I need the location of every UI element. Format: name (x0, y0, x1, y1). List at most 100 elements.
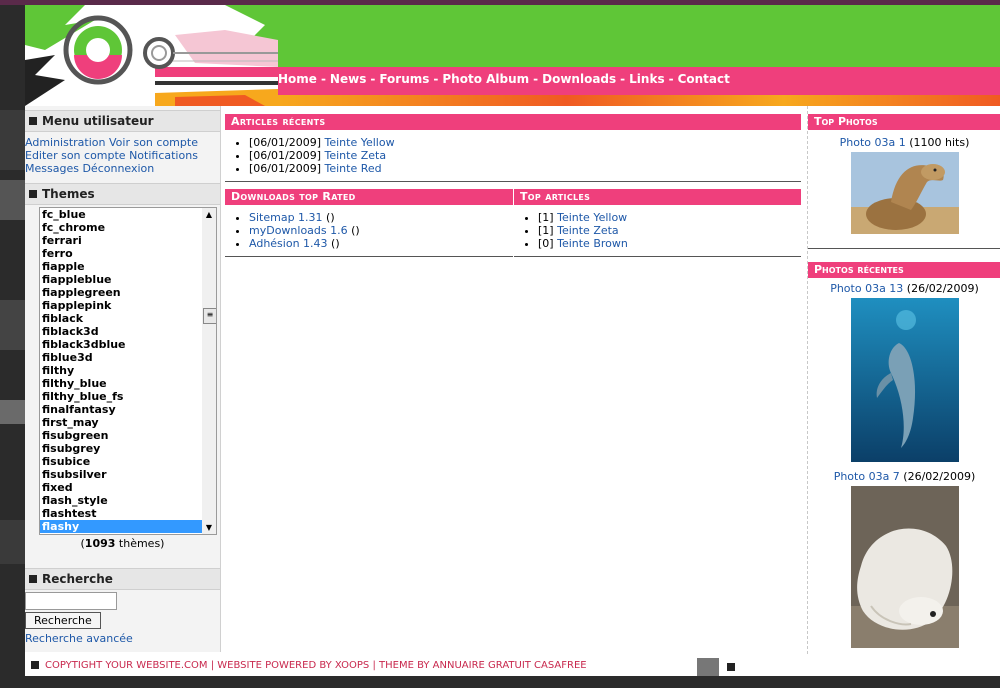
recent-photos-title: Photos récentes (808, 262, 1000, 278)
themes-count-label: thèmes) (115, 537, 165, 550)
photo-meta: (1100 hits) (905, 136, 970, 149)
article-link[interactable]: Teinte Red (324, 162, 381, 175)
photo-link[interactable]: Photo 03a 13 (830, 282, 903, 295)
footer-theme-credit[interactable]: THEME BY ANNUAIRE GRATUIT CASAFREE (379, 660, 587, 671)
nav-separator: - (433, 72, 439, 86)
nav-forums[interactable]: Forums (379, 72, 429, 86)
list-item: [0] Teinte Brown (538, 237, 795, 250)
article-link[interactable]: Teinte Brown (557, 237, 628, 250)
article-link[interactable]: Teinte Zeta (324, 149, 386, 162)
theme-option[interactable]: fiblue3d (40, 351, 202, 364)
top-articles-block: Top articles [1] Teinte Yellow [1] Teint… (514, 189, 801, 257)
nav-home[interactable]: Home (278, 72, 317, 86)
theme-option[interactable]: fc_blue (40, 208, 202, 221)
theme-option[interactable]: filthy_blue (40, 377, 202, 390)
theme-option[interactable]: flashy (40, 520, 202, 533)
theme-option[interactable]: fc_chrome (40, 221, 202, 234)
nav-photo-album[interactable]: Photo Album (442, 72, 529, 86)
theme-option[interactable]: filthy_blue_fs (40, 390, 202, 403)
photo-meta: (26/02/2009) (903, 282, 979, 295)
articles-recents-body: [06/01/2009] Teinte Yellow [06/01/2009] … (225, 130, 801, 182)
photo-caption: Photo 03a 1 (1100 hits) (808, 136, 1000, 149)
photo-caption: Photo 03a 7 (26/02/2009) (808, 470, 1000, 483)
download-rating: () (327, 237, 340, 250)
link-administration[interactable]: Administration (25, 136, 106, 149)
themes-count-number: 1093 (84, 537, 116, 550)
list-item: [1] Teinte Yellow (538, 211, 795, 224)
download-link[interactable]: myDownloads 1.6 (249, 224, 348, 237)
bottom-dark-bar (0, 676, 1000, 688)
theme-option[interactable]: fiapplepink (40, 299, 202, 312)
photo-thumbnail-dolphin[interactable] (850, 298, 959, 462)
photo-link[interactable]: Photo 03a 1 (840, 136, 906, 149)
theme-option[interactable]: fiapplegreen (40, 286, 202, 299)
footer-powered[interactable]: WEBSITE POWERED BY XOOPS (217, 660, 369, 671)
scroll-thumb[interactable]: ≡ (203, 308, 216, 324)
download-link[interactable]: Adhésion 1.43 (249, 237, 328, 250)
scroll-down-arrow-icon[interactable]: ▼ (202, 521, 216, 534)
link-deconnexion[interactable]: Déconnexion (82, 162, 154, 175)
search-input[interactable] (25, 592, 117, 610)
theme-option[interactable]: fisubgrey (40, 442, 202, 455)
themes-listbox[interactable]: fc_blue fc_chrome ferrari ferro fiapple fiapp… (39, 207, 217, 535)
link-editer-compte[interactable]: Editer son compte (25, 149, 126, 162)
article-count: [1] (538, 211, 554, 224)
right-column: Top Photos Photo 03a 1 (1100 hits) Photo… (807, 106, 1000, 657)
theme-option[interactable]: fiapple (40, 260, 202, 273)
theme-option[interactable]: flash_style (40, 494, 202, 507)
top-articles-body: [1] Teinte Yellow [1] Teinte Zeta [0] Te… (514, 205, 801, 257)
theme-option[interactable]: fiblack (40, 312, 202, 325)
nav-separator: - (370, 72, 376, 86)
article-link[interactable]: Teinte Yellow (557, 211, 627, 224)
theme-option[interactable]: fisubsilver (40, 468, 202, 481)
nav-links[interactable]: Links (629, 72, 664, 86)
nav-separator: - (533, 72, 539, 86)
theme-option[interactable]: fisubgreen (40, 429, 202, 442)
scroll-up-arrow-icon[interactable]: ▲ (202, 208, 216, 221)
themes-count: (1093 thèmes) (25, 535, 220, 568)
download-link[interactable]: Sitemap 1.31 (249, 211, 323, 224)
theme-option[interactable]: filthy (40, 364, 202, 377)
nav-separator: - (620, 72, 626, 86)
nav-downloads[interactable]: Downloads (542, 72, 616, 86)
downloads-top-body: Sitemap 1.31 () myDownloads 1.6 () Adhés… (225, 205, 513, 257)
theme-option[interactable]: fiblack3d (40, 325, 202, 338)
link-notifications[interactable]: Notifications (129, 149, 198, 162)
theme-option[interactable]: ferro (40, 247, 202, 260)
themes-scrollbar[interactable]: ▲ ≡ ▼ (202, 208, 216, 534)
search-button[interactable]: Recherche (25, 612, 101, 629)
theme-option[interactable]: finalfantasy (40, 403, 202, 416)
article-link[interactable]: Teinte Zeta (557, 224, 619, 237)
themes-title-text: Themes (42, 187, 95, 201)
link-voir-compte[interactable]: Voir son compte (109, 136, 198, 149)
photo-thumbnail-camel[interactable] (850, 152, 959, 234)
article-link[interactable]: Teinte Yellow (324, 136, 394, 149)
list-item: myDownloads 1.6 () (249, 224, 507, 237)
left-column: Menu utilisateur Administration Voir son… (25, 106, 221, 652)
photo-thumbnail-polar-bear[interactable] (850, 486, 959, 648)
theme-option[interactable]: fiblack3dblue (40, 338, 202, 351)
top-photos-title: Top Photos (808, 114, 1000, 130)
square-bullet-icon (29, 190, 37, 198)
theme-option[interactable]: ferrari (40, 234, 202, 247)
list-item: [06/01/2009] Teinte Yellow (249, 136, 795, 149)
nav-news[interactable]: News (330, 72, 366, 86)
theme-option[interactable]: fixed (40, 481, 202, 494)
site-logo[interactable] (25, 5, 278, 106)
nav-contact[interactable]: Contact (678, 72, 730, 86)
theme-option[interactable]: fisubice (40, 455, 202, 468)
top-articles-title: Top articles (514, 189, 801, 205)
header-orange-stripe (278, 95, 1000, 106)
search-title: Recherche (25, 568, 220, 590)
photo-link[interactable]: Photo 03a 7 (834, 470, 900, 483)
theme-option[interactable]: first_may (40, 416, 202, 429)
main-nav: Home - News - Forums - Photo Album - Downloads - L… (278, 72, 730, 86)
theme-option[interactable]: fiappleblue (40, 273, 202, 286)
advanced-search-link[interactable]: Recherche avancée (25, 632, 220, 645)
link-messages[interactable]: Messages (25, 162, 79, 175)
footer-separator: | (369, 660, 379, 671)
photo-meta: (26/02/2009) (899, 470, 976, 483)
footer-separator: | (207, 660, 218, 671)
theme-option[interactable]: flashtest (40, 507, 202, 520)
article-date: [06/01/2009] (249, 149, 321, 162)
